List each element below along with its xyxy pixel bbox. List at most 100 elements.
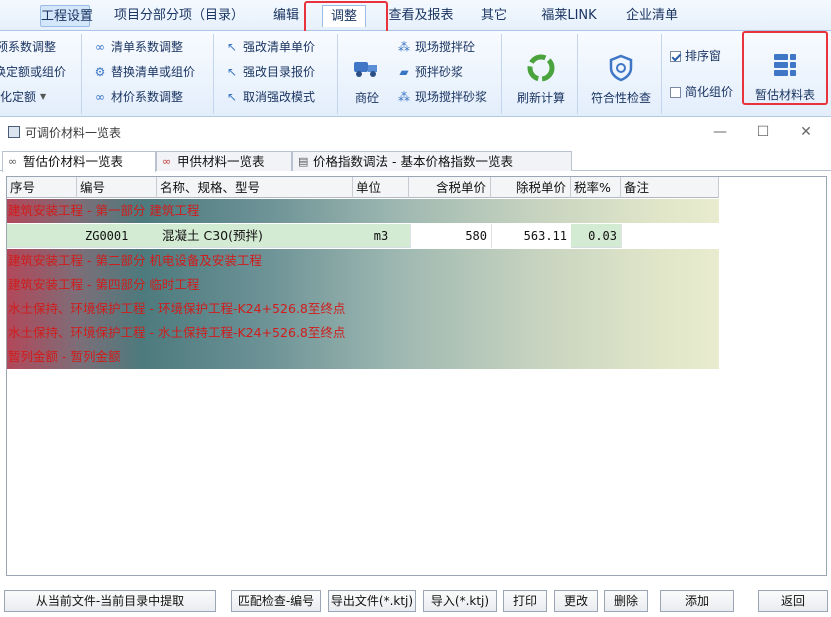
group-row[interactable]: 建筑安装工程 - 第二部分 机电设备及安装工程: [7, 249, 719, 273]
site-mixed-mortar-button[interactable]: ⁂ 现场搅拌砂浆: [396, 87, 487, 107]
grid-icon: ▤: [298, 155, 309, 168]
replace-list-label: 替换清单或组价: [111, 65, 196, 79]
cancel-force-mode-button[interactable]: ↖ 取消强改模式: [224, 87, 315, 107]
tab-provisional-materials[interactable]: ∞ 暂估价材料一览表: [2, 151, 156, 172]
owner-icon: ∞: [162, 155, 172, 168]
checkbox-unchecked-icon: [670, 86, 681, 98]
materials-grid: 序号 编号 名称、规格、型号 单位 含税单价 除税单价 税率% 备注 建筑安装工…: [6, 176, 827, 576]
cell-name[interactable]: 混凝土 C30(预拌): [162, 224, 352, 248]
cell-code[interactable]: ZG0001: [85, 224, 157, 248]
cell-tax-rate[interactable]: 0.03: [571, 224, 621, 248]
site-mixed-concrete-button[interactable]: ⁂ 现场搅拌砼: [396, 37, 475, 57]
ribbon-group-refresh: 刷新计算: [502, 34, 578, 114]
replace-quota-button[interactable]: 换定额或组价: [0, 62, 66, 82]
return-button[interactable]: 返回: [758, 590, 828, 612]
sort-window-label: 排序窗: [685, 49, 722, 63]
group-row[interactable]: 水土保持、环境保护工程 - 水土保持工程-K24+526.8至终点: [7, 321, 719, 345]
ribbon-group-options: 排序窗 简化组价: [662, 34, 742, 114]
premixed-mortar-label: 预拌砂浆: [415, 65, 464, 79]
refresh-calc-label: 刷新计算: [516, 91, 565, 105]
menu-tab-other[interactable]: 其它: [476, 5, 512, 27]
col-price-tax[interactable]: 含税单价: [409, 177, 491, 198]
concrete-label: 商砼: [354, 91, 379, 105]
cell-note[interactable]: [621, 224, 719, 248]
cell-seq[interactable]: [7, 224, 77, 248]
cell-unit[interactable]: m3: [353, 224, 409, 248]
smart-quota-button[interactable]: 智化定额▼: [0, 87, 46, 107]
window-icon: [8, 126, 20, 138]
mixer-icon: ⁂: [398, 90, 410, 104]
site-mixed-concrete-label: 现场搅拌砼: [415, 40, 476, 54]
menu-tab-enterprise-list[interactable]: 企业清单: [620, 5, 684, 27]
tab-price-index[interactable]: ▤ 价格指数调法 - 基本价格指数一览表: [292, 151, 572, 171]
link-icon: ∞: [8, 155, 18, 168]
cell-price-notax[interactable]: 563.11: [491, 224, 571, 248]
maximize-button[interactable]: ☐: [743, 118, 783, 146]
quota-coef-adjust-label: 预系数调整: [0, 40, 57, 54]
app-window: 工程设置 项目分部分项（目录） 编辑 调整 查看及报表 其它 福莱LINK 企业…: [0, 0, 831, 617]
menu-tab-edit[interactable]: 编辑: [268, 5, 304, 27]
modify-button[interactable]: 更改: [554, 590, 598, 612]
tab-owner-supplied-label: 甲供材料一览表: [177, 154, 265, 169]
minimize-button[interactable]: —: [700, 118, 740, 146]
menu-bar: 工程设置 项目分部分项（目录） 编辑 调整 查看及报表 其它 福莱LINK 企业…: [0, 0, 831, 31]
gear-icon: ⚙: [94, 65, 106, 79]
truck-small-icon: ▰: [399, 65, 409, 79]
group-row[interactable]: 建筑安装工程 - 第四部分 临时工程: [7, 273, 719, 297]
compliance-check-button[interactable]: 符合性检查: [584, 38, 658, 116]
recycle-icon: [526, 53, 556, 83]
quota-coef-adjust-button[interactable]: 预系数调整: [0, 37, 56, 57]
col-tax-rate[interactable]: 税率%: [571, 177, 621, 198]
col-code[interactable]: 编号: [77, 177, 157, 198]
arrow-icon: ↖: [226, 90, 238, 104]
simplify-label: 简化组价: [685, 85, 734, 99]
match-check-button[interactable]: 匹配检查-编号: [231, 590, 321, 612]
window-title-bar: 可调价材料一览表 — ☐ ✕: [0, 118, 831, 146]
refresh-calc-button[interactable]: 刷新计算: [510, 38, 572, 116]
menu-tab-view-reports[interactable]: 查看及报表: [384, 5, 458, 27]
window-title: 可调价材料一览表: [25, 125, 122, 140]
simplify-checkbox[interactable]: 简化组价: [670, 82, 733, 102]
group-row[interactable]: 水土保持、环境保护工程 - 环境保护工程-K24+526.8至终点: [7, 297, 719, 321]
extract-from-current-button[interactable]: 从当前文件-当前目录中提取: [4, 590, 216, 612]
force-list-price-button[interactable]: ↖ 强改清单单价: [224, 37, 315, 57]
import-file-button[interactable]: 导入(*.ktj): [423, 590, 497, 612]
shield-icon: [606, 53, 636, 83]
col-note[interactable]: 备注: [621, 177, 719, 198]
print-button[interactable]: 打印: [503, 590, 547, 612]
premixed-mortar-button[interactable]: ▰ 预拌砂浆: [396, 62, 463, 82]
tab-owner-supplied[interactable]: ∞ 甲供材料一览表: [156, 151, 292, 171]
sort-window-checkbox[interactable]: 排序窗: [670, 46, 721, 66]
cell-price-tax[interactable]: 580: [410, 224, 491, 248]
menu-tab-project-items[interactable]: 项目分部分项（目录）: [104, 5, 254, 27]
export-file-button[interactable]: 导出文件(*.ktj): [328, 590, 416, 612]
close-button[interactable]: ✕: [786, 118, 826, 146]
col-price-notax[interactable]: 除税单价: [491, 177, 571, 198]
tab-provisional-materials-label: 暂估价材料一览表: [23, 154, 124, 169]
col-unit[interactable]: 单位: [353, 177, 409, 198]
col-seq[interactable]: 序号: [7, 177, 77, 198]
list-coef-adjust-button[interactable]: ∞ 清单系数调整: [92, 37, 183, 57]
menu-tab-project-settings[interactable]: 工程设置: [40, 5, 93, 27]
group-row[interactable]: 建筑安装工程 - 第一部分 建筑工程: [7, 199, 719, 223]
dropdown-arrow-icon: ▼: [40, 92, 47, 101]
table-row[interactable]: ZG0001 混凝土 C30(预拌) m3 580 563.11 0.03: [7, 224, 719, 248]
menu-tab-fulai-link[interactable]: 福莱LINK: [536, 5, 602, 27]
replace-quota-label: 换定额或组价: [0, 65, 67, 79]
tab-price-index-label: 价格指数调法 - 基本价格指数一览表: [313, 154, 513, 169]
add-button[interactable]: 添加: [660, 590, 734, 612]
col-name[interactable]: 名称、规格、型号: [157, 177, 353, 198]
delete-button[interactable]: 删除: [604, 590, 648, 612]
compliance-check-label: 符合性检查: [590, 91, 651, 105]
menu-tab-adjust[interactable]: 调整: [322, 5, 366, 27]
ribbon-group-quota: 预系数调整 换定额或组价 智化定额▼: [0, 34, 82, 114]
concrete-button[interactable]: 商砼: [346, 38, 388, 116]
force-catalog-price-button[interactable]: ↖ 强改目录报价: [224, 62, 315, 82]
provisional-material-table-button[interactable]: 暂估材料表: [746, 35, 824, 113]
replace-list-button[interactable]: ⚙ 替换清单或组价: [92, 62, 195, 82]
ribbon-group-list: ∞ 清单系数调整 ⚙ 替换清单或组价 ∞ 材价系数调整: [82, 34, 214, 114]
group-row[interactable]: 暂列金额 - 暂列金额: [7, 345, 719, 369]
mixer-icon: ⁂: [398, 40, 410, 54]
material-coef-adjust-button[interactable]: ∞ 材价系数调整: [92, 87, 183, 107]
arrow-icon: ↖: [226, 65, 238, 79]
